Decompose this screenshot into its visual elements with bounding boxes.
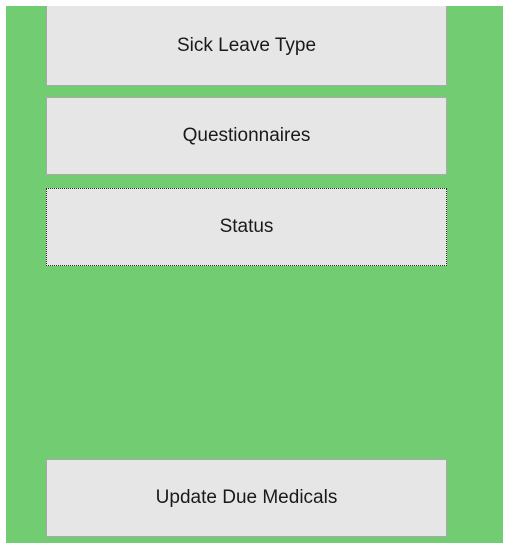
status-label: Status [219, 216, 274, 237]
questionnaires-label: Questionnaires [182, 125, 311, 146]
status-button[interactable]: Status [46, 188, 447, 266]
update-due-medicals-label: Update Due Medicals [155, 487, 338, 508]
navigation-panel: Sick Leave Type Questionnaires Status Up… [6, 6, 503, 543]
update-due-medicals-button[interactable]: Update Due Medicals [46, 459, 447, 537]
sick-leave-type-button[interactable]: Sick Leave Type [46, 6, 447, 86]
sick-leave-type-label: Sick Leave Type [176, 34, 317, 56]
questionnaires-button[interactable]: Questionnaires [46, 97, 447, 175]
